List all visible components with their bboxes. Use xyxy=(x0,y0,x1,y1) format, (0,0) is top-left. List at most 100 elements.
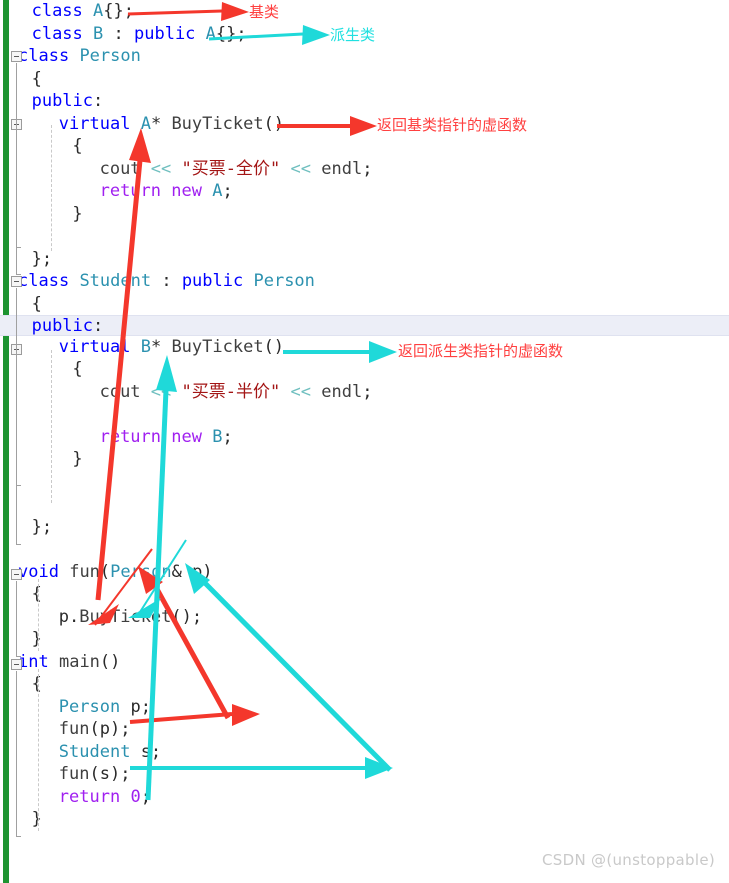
code-line[interactable]: { xyxy=(0,673,729,696)
code-token: Person xyxy=(79,46,141,66)
code-line[interactable]: fun(s); xyxy=(0,763,729,786)
code-token: new xyxy=(171,426,202,447)
code-token: ; xyxy=(222,181,233,201)
fold-toggle-icon[interactable] xyxy=(11,658,22,670)
fold-toggle-icon[interactable] xyxy=(11,51,22,62)
watermark: CSDN @(unstoppable) xyxy=(542,851,715,869)
code-line[interactable]: } xyxy=(0,628,729,651)
code-line[interactable]: public: xyxy=(0,315,729,336)
code-line[interactable]: class Student : public Person xyxy=(0,270,729,293)
code-token: class xyxy=(31,23,83,44)
code-token: : xyxy=(103,23,134,44)
code-line[interactable] xyxy=(0,225,729,248)
code-line[interactable]: } xyxy=(0,448,729,471)
code-line[interactable]: int main() xyxy=(0,651,729,674)
code-line[interactable]: return new A; xyxy=(0,180,729,203)
code-line[interactable]: { xyxy=(0,583,729,606)
code-token: int xyxy=(18,651,49,672)
code-line[interactable]: } xyxy=(0,808,729,831)
code-token: new xyxy=(171,181,202,201)
code-line[interactable]: } xyxy=(0,203,729,226)
code-token: { xyxy=(72,136,83,156)
code-line[interactable]: Person p; xyxy=(0,696,729,719)
code-token: "买票-半价" xyxy=(181,381,281,402)
code-line[interactable]: fun(p); xyxy=(0,718,729,741)
code-line[interactable]: virtual A* BuyTicket() xyxy=(0,113,729,136)
code-line[interactable] xyxy=(0,538,729,561)
code-line[interactable]: class A{}; xyxy=(0,0,729,23)
code-token: p; xyxy=(120,696,151,717)
code-line[interactable]: void fun(Person& p) xyxy=(0,561,729,584)
code-token: }; xyxy=(31,248,53,269)
fold-toggle-icon[interactable] xyxy=(11,276,22,287)
code-line[interactable]: cout << "买票-半价" << endl; xyxy=(0,381,729,404)
indent-guide xyxy=(38,668,39,831)
code-line[interactable]: cout << "买票-全价" << endl; xyxy=(0,158,729,181)
code-token: virtual xyxy=(58,113,131,134)
code-token: A xyxy=(140,113,151,134)
code-line[interactable]: return 0; xyxy=(0,786,729,809)
code-token: class xyxy=(31,1,83,21)
code-token: Student xyxy=(58,741,131,762)
code-editor[interactable]: class A{}; class B : public A{}; class Per… xyxy=(0,0,729,883)
code-token: {}; xyxy=(103,1,134,21)
code-token: : xyxy=(93,91,104,111)
code-line[interactable]: { xyxy=(0,68,729,91)
fold-toggle-icon[interactable] xyxy=(11,568,22,580)
code-token: A xyxy=(93,1,104,21)
code-token: { xyxy=(72,359,83,379)
code-token: ; xyxy=(362,158,373,179)
code-token: * xyxy=(150,336,172,357)
code-line[interactable]: p.BuyTicket(); xyxy=(0,606,729,629)
annotation-derived-class: 派生类 xyxy=(330,26,376,44)
code-content[interactable]: class A{}; class B : public A{}; class Per… xyxy=(0,0,729,831)
code-line[interactable] xyxy=(0,493,729,516)
code-token: cout xyxy=(99,381,141,402)
code-token: return xyxy=(99,426,162,447)
code-token: << xyxy=(150,381,172,402)
outlining-guide xyxy=(16,355,21,486)
code-line[interactable]: { xyxy=(0,135,729,158)
code-line[interactable]: }; xyxy=(0,248,729,271)
code-token: BuyTicket xyxy=(171,336,264,357)
code-line[interactable]: { xyxy=(0,358,729,381)
code-line[interactable] xyxy=(0,403,729,426)
code-token: () xyxy=(99,651,121,672)
code-token: return xyxy=(99,181,162,201)
code-token: ( xyxy=(99,561,111,582)
code-token: main xyxy=(58,651,100,672)
code-line[interactable]: { xyxy=(0,293,729,316)
code-token: class xyxy=(18,46,70,66)
code-token: } xyxy=(72,203,83,224)
code-line[interactable]: Student s; xyxy=(0,741,729,764)
code-token: cout xyxy=(99,158,141,179)
code-line[interactable] xyxy=(0,471,729,494)
code-token: << xyxy=(290,381,311,402)
code-line[interactable]: public: xyxy=(0,90,729,113)
code-line[interactable]: virtual B* BuyTicket() xyxy=(0,336,729,359)
code-token: public xyxy=(31,91,94,111)
code-token: 0 xyxy=(130,786,141,807)
code-token: B xyxy=(212,426,223,447)
code-token: { xyxy=(31,584,42,604)
code-token: virtual xyxy=(58,336,131,357)
outlining-guide xyxy=(16,580,21,657)
indent-guide xyxy=(38,578,39,651)
code-token: endl xyxy=(321,158,363,179)
code-token: }; xyxy=(31,516,53,537)
code-line[interactable]: return new B; xyxy=(0,426,729,449)
code-line[interactable]: class Person xyxy=(0,45,729,68)
code-line[interactable]: }; xyxy=(0,516,729,539)
code-token: public xyxy=(134,23,196,44)
code-token: B xyxy=(140,336,151,357)
